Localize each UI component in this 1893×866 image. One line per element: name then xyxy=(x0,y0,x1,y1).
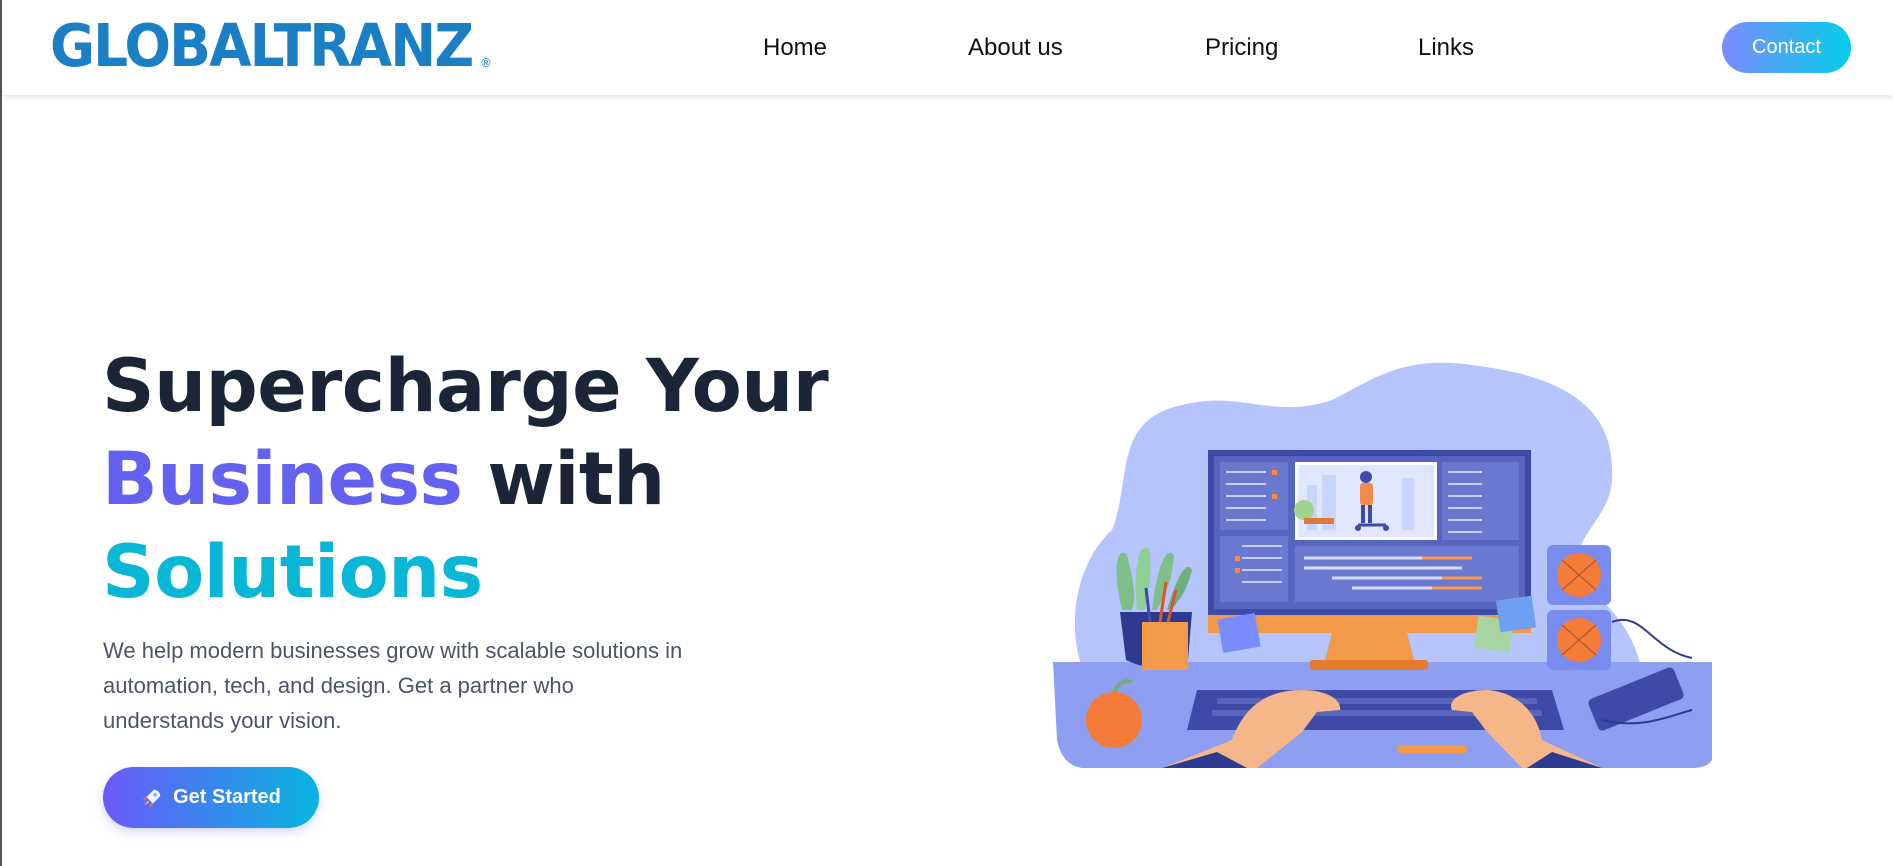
nav-link-home[interactable]: Home xyxy=(763,33,827,63)
hero-title-line-1: Supercharge Your xyxy=(102,344,829,429)
nav-link-links[interactable]: Links xyxy=(1418,33,1474,63)
monitor-stand xyxy=(1325,633,1414,660)
hero-title-solutions: Solutions xyxy=(102,530,483,615)
hero-title-line-2: Business with xyxy=(102,433,828,526)
get-started-label: Get Started xyxy=(173,786,281,808)
rocket-icon xyxy=(142,789,161,807)
workspace-illustration xyxy=(1053,362,1712,768)
hero-title-with: with xyxy=(462,437,665,522)
navbar: GLOBALTRANZ ® Home About us Pricing Link… xyxy=(2,0,1893,95)
contact-button[interactable]: Contact xyxy=(1722,22,1851,73)
hero-title-business: Business xyxy=(102,437,463,522)
nav-link-pricing[interactable]: Pricing xyxy=(1205,33,1278,63)
nav-link-about[interactable]: About us xyxy=(968,33,1063,63)
main-nav: Home About us Pricing Links xyxy=(2,0,1893,95)
orange-fruit xyxy=(1086,692,1142,748)
hero-title: Supercharge Your Business with Solutions xyxy=(102,340,829,619)
page: GLOBALTRANZ ® Home About us Pricing Link… xyxy=(0,0,1893,866)
hero-description: We help modern businesses grow with scal… xyxy=(103,638,683,733)
get-started-button[interactable]: Get Started xyxy=(103,767,319,828)
